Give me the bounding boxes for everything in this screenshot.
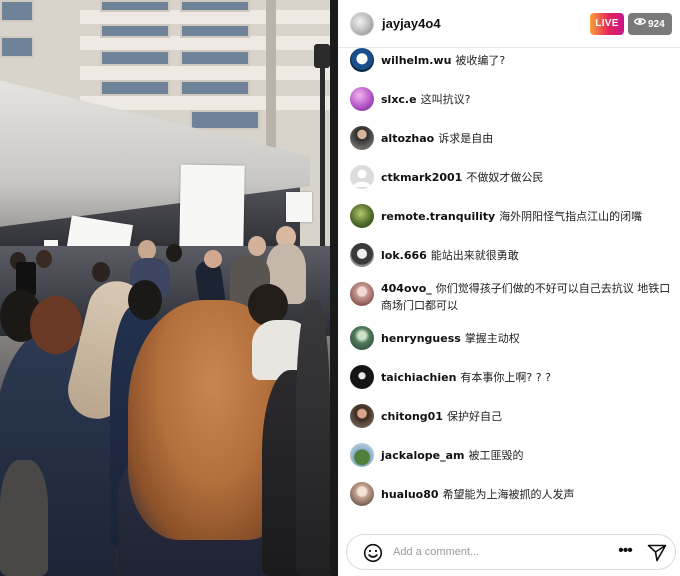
user-avatar[interactable] [350, 326, 374, 350]
comment-username[interactable]: ctkmark2001 [381, 171, 462, 184]
blank-paper-sign [286, 192, 312, 222]
comment-username[interactable]: jackalope_am [381, 449, 465, 462]
comment-username[interactable]: remote.tranquility [381, 210, 495, 223]
comment-text: 海外阴阳怪气指点江山的闭嘴 [499, 210, 643, 223]
comment-text: 这叫抗议? [420, 93, 471, 106]
comment-username[interactable]: wilhelm.wu [381, 54, 451, 67]
user-avatar[interactable] [350, 126, 374, 150]
comment-username[interactable]: henrynguess [381, 332, 461, 345]
user-avatar[interactable] [350, 404, 374, 428]
viewer-count: 924 [648, 18, 665, 30]
comment-text: 保护好自己 [446, 410, 502, 423]
comment-text: 被收编了? [455, 54, 506, 67]
comment-text: 不做奴才做公民 [466, 171, 544, 184]
eye-icon [633, 13, 647, 35]
live-video-frame [0, 0, 330, 576]
live-badge: LIVE [590, 13, 624, 35]
comment-username[interactable]: lok.666 [381, 249, 427, 262]
comment-username[interactable]: slxc.e [381, 93, 417, 106]
user-avatar[interactable] [350, 443, 374, 467]
emoji-icon[interactable] [363, 543, 383, 563]
send-icon[interactable] [647, 544, 667, 562]
comment-username[interactable]: hualuo80 [381, 488, 439, 501]
user-avatar[interactable] [350, 282, 374, 306]
video-divider [330, 0, 338, 576]
user-avatar[interactable] [350, 87, 374, 111]
user-avatar[interactable] [350, 204, 374, 228]
comment-text: 诉求是自由 [438, 132, 494, 145]
comment-username[interactable]: altozhao [381, 132, 434, 145]
blank-paper-sign [179, 164, 245, 254]
viewer-count-badge[interactable]: 924 [628, 13, 672, 35]
live-header: jayjay4o4 LIVE 924 [338, 0, 680, 48]
host-username[interactable]: jayjay4o4 [382, 16, 441, 31]
comment-username[interactable]: 404ovo_ [381, 282, 432, 295]
person-foreground-left [0, 460, 48, 576]
host-avatar[interactable] [350, 12, 374, 36]
user-avatar[interactable] [350, 243, 374, 267]
person-edge [296, 300, 330, 576]
comment-text: 掌握主动权 [464, 332, 520, 345]
live-panel: jayjay4o4 LIVE 924 wilhelm.wu 被收编了? slxc.… [338, 0, 680, 576]
user-avatar[interactable] [350, 165, 374, 189]
comment-text: 希望能为上海被抓的人发声 [442, 488, 575, 501]
comment-username[interactable]: chitong01 [381, 410, 443, 423]
comment-username[interactable]: taichiachien [381, 371, 456, 384]
comment-text: 能站出来就很勇敢 [430, 249, 519, 262]
comment-text: 有本事你上啊? ? ? [460, 371, 551, 384]
more-icon[interactable]: ••• [613, 543, 637, 562]
comment-composer: ••• [346, 534, 676, 570]
comment-input[interactable] [393, 541, 593, 563]
comment-text: 被工匪毁的 [468, 449, 524, 462]
user-avatar[interactable] [350, 482, 374, 506]
user-avatar[interactable] [350, 48, 374, 72]
default-avatar-icon [353, 169, 371, 187]
lamp-post [314, 44, 330, 68]
user-avatar[interactable] [350, 365, 374, 389]
